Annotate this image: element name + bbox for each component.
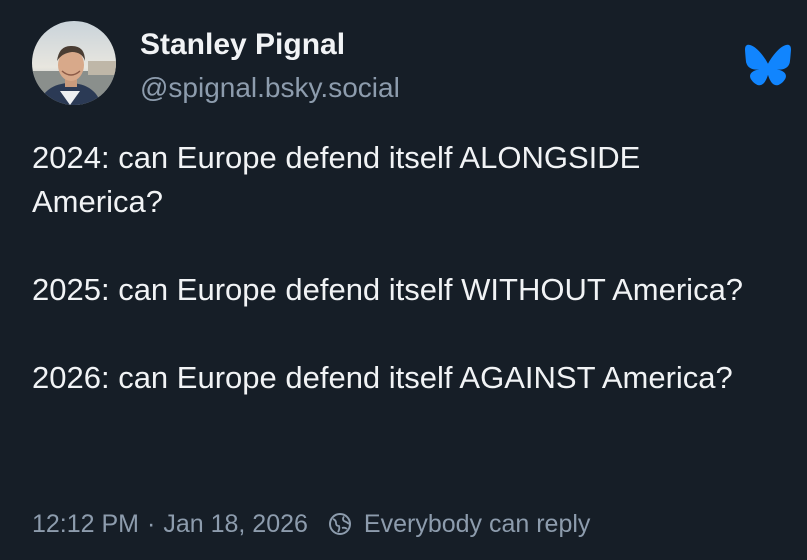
post-footer: 12:12 PM · Jan 18, 2026 Everybody can re… (32, 507, 590, 541)
reply-setting[interactable]: Everybody can reply (364, 510, 591, 539)
bluesky-butterfly-icon[interactable] (744, 44, 792, 86)
post-text: 2024: can Europe defend itself ALONGSIDE… (32, 136, 772, 400)
user-handle[interactable]: @spignal.bsky.social (140, 70, 400, 106)
display-name[interactable]: Stanley Pignal (140, 26, 345, 64)
post-paragraph: 2026: can Europe defend itself AGAINST A… (32, 360, 733, 395)
globe-icon (328, 512, 352, 536)
post-paragraph: 2024: can Europe defend itself ALONGSIDE… (32, 140, 641, 219)
post-card: Stanley Pignal @spignal.bsky.social 2024… (0, 0, 807, 560)
avatar-photo (32, 21, 116, 105)
separator: · (147, 509, 156, 538)
post-time[interactable]: 12:12 PM (32, 510, 139, 539)
avatar[interactable] (32, 21, 116, 105)
post-date[interactable]: Jan 18, 2026 (163, 510, 308, 539)
post-paragraph: 2025: can Europe defend itself WITHOUT A… (32, 272, 744, 307)
